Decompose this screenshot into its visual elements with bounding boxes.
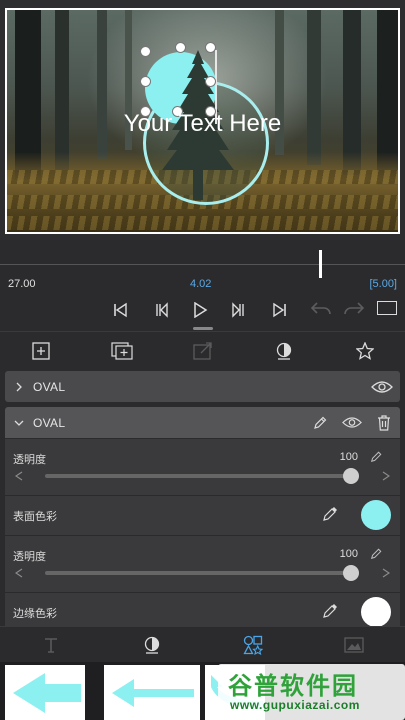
video-preview: Your Text Here [0,0,405,240]
step-forward-icon [232,302,244,318]
watermark-title: 谷普软件园 [228,673,358,700]
tab-image[interactable] [304,627,405,662]
transport-controls [100,298,300,322]
mask-icon [144,636,160,654]
eye-icon[interactable] [336,416,368,429]
layer-toolbar [0,331,405,369]
tab-shapes[interactable] [203,627,304,662]
skip-end-icon [273,302,286,318]
selection-handle[interactable] [205,76,216,87]
tree-trunk [343,10,361,175]
timeline-duration: 27.00 [8,278,36,290]
mask-button[interactable] [243,332,324,369]
stroke-color-swatch[interactable] [361,597,391,627]
stroke-opacity-control: 透明度 100 [5,536,400,591]
preview-canvas[interactable]: Your Text Here [5,8,400,234]
thumbnail-arrow-left-bold[interactable] [5,665,85,720]
stroke-color-control: 边缘色彩 [5,593,400,627]
play-icon [194,302,208,318]
skip-start-button[interactable] [100,298,140,322]
export-button[interactable] [162,332,243,369]
pencil-icon[interactable] [304,416,336,430]
arrow-right-icon[interactable] [382,568,390,578]
opacity-label: 透明度 [13,551,46,563]
eye-icon[interactable] [364,380,400,394]
panel-grab-handle[interactable] [193,327,213,330]
layer-row-oval-1[interactable]: OVAL [5,371,400,402]
opacity-label: 透明度 [13,454,46,466]
shapes-icon [243,635,264,655]
skip-start-icon [114,302,127,318]
opacity-control: 透明度 100 [5,439,400,494]
tree-trunk [55,10,69,170]
tree-trunk [307,10,321,165]
fern-band [7,216,398,230]
redo-icon[interactable] [343,300,365,316]
text-layer[interactable]: Your Text Here [7,110,398,138]
step-back-button[interactable] [140,298,180,322]
eyedropper-icon[interactable] [322,603,338,619]
thumbnail-arrow-left-thin[interactable] [104,665,200,720]
opacity-slider-knob[interactable] [343,468,359,484]
aspect-ratio-button[interactable] [377,301,397,315]
layer-row-oval-2[interactable]: OVAL [5,407,400,438]
add-layer-button[interactable] [81,332,162,369]
pencil-icon[interactable] [370,548,382,560]
text-icon [44,637,57,653]
layer-name: OVAL [33,415,66,430]
selection-handle[interactable] [140,76,151,87]
export-icon [192,341,212,360]
trash-icon[interactable] [368,414,400,431]
image-icon [344,636,365,653]
eyedropper-icon[interactable] [322,506,338,522]
timeline-clip-length: [5.00] [369,278,397,290]
arrow-left-icon [13,673,81,713]
fill-color-control: 表面色彩 [5,496,400,534]
bottom-tab-bar [0,626,405,662]
timeline: 27.00 4.02 [5.00] [0,240,405,330]
selection-handle[interactable] [175,42,186,53]
opacity-slider-knob[interactable] [343,565,359,581]
watermark-logo: 谷普软件园 www.gupuxiazai.com [218,664,405,720]
layers-panel: OVAL OVAL 透明度 100 表面色彩 透明度 100 边缘色彩 [0,369,405,627]
mask-icon [276,342,291,360]
step-forward-button[interactable] [220,298,260,322]
tab-text[interactable] [0,627,101,662]
undo-icon[interactable] [310,300,332,316]
arrow-left-icon[interactable] [15,568,23,578]
opacity-value: 100 [339,548,358,560]
timeline-current-time: 4.02 [190,278,212,290]
layer-name: OVAL [33,379,66,394]
caption-text: Your Text Here [123,110,282,137]
star-icon [355,341,374,360]
layer-properties: 透明度 100 表面色彩 透明度 100 边缘色彩 [5,439,400,627]
tab-mask[interactable] [101,627,202,662]
arrow-left-icon[interactable] [15,471,23,481]
chevron-right-icon[interactable] [5,382,33,392]
arrow-right-icon[interactable] [382,471,390,481]
playhead[interactable] [319,250,322,278]
timeline-track[interactable] [0,264,405,265]
step-back-icon [156,302,168,318]
arrow-left-icon [112,679,194,707]
opacity-value: 100 [339,451,358,463]
selection-handle[interactable] [140,46,151,57]
play-button[interactable] [180,298,220,322]
opacity-slider[interactable] [45,474,351,478]
favorite-button[interactable] [324,332,405,369]
skip-end-button[interactable] [260,298,300,322]
pencil-icon[interactable] [370,451,382,463]
add-button[interactable] [0,332,81,369]
watermark-url: www.gupuxiazai.com [230,698,360,712]
chevron-down-icon[interactable] [5,418,33,428]
add-layer-icon [110,341,133,360]
add-icon [31,341,50,360]
selection-handle[interactable] [205,42,216,53]
opacity-slider[interactable] [45,571,351,575]
stroke-color-label: 边缘色彩 [13,608,57,620]
fill-color-label: 表面色彩 [13,511,57,523]
fill-color-swatch[interactable] [361,500,391,530]
